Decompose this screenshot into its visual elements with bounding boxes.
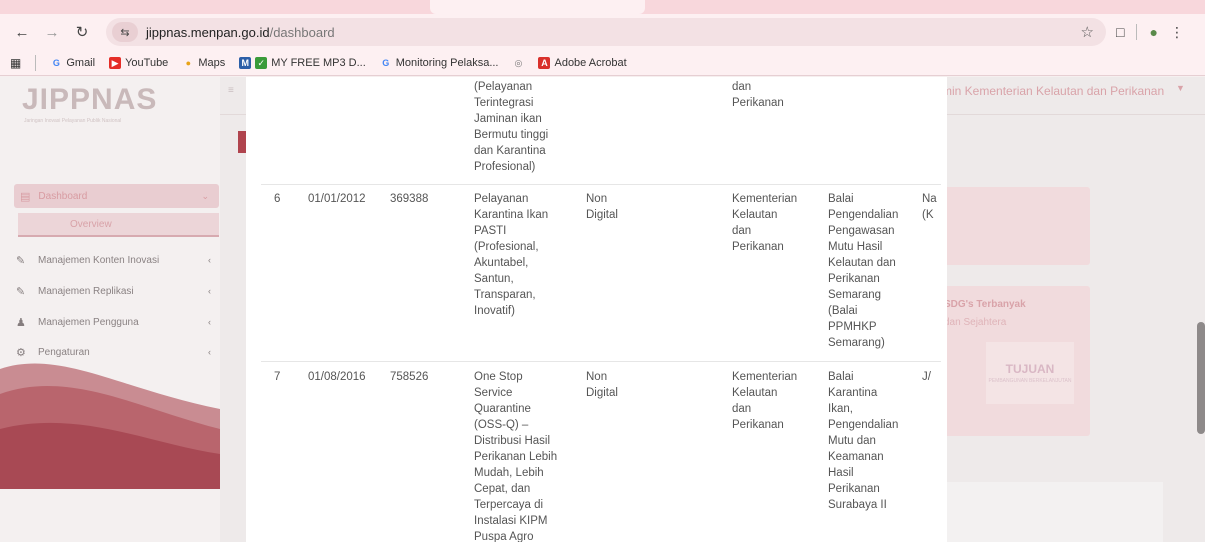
bookmark-youtube[interactable]: ▶ YouTube bbox=[109, 56, 168, 69]
back-icon[interactable]: ← bbox=[10, 20, 34, 44]
sdg-badge-subtitle: PEMBANGUNAN BERKELANJUTAN bbox=[988, 378, 1072, 384]
lower-card bbox=[945, 482, 1163, 542]
page-header-accent bbox=[238, 131, 246, 153]
page-scrollbar-thumb[interactable] bbox=[1197, 322, 1205, 434]
innovation-list-modal: (Pelayanan Terintegrasi Jaminan ikan Ber… bbox=[246, 77, 947, 542]
table-cell-id: 758526 bbox=[390, 371, 429, 383]
sidebar: JIPPNAS Jaringan Inovasi Pelayanan Publi… bbox=[0, 77, 220, 542]
sidebar-item-overview[interactable]: Overview bbox=[18, 213, 219, 237]
stat-card bbox=[932, 187, 1090, 265]
youtube-icon: ▶ bbox=[109, 56, 122, 69]
table-cell-extra: J/ bbox=[922, 371, 931, 383]
chevron-left-icon: ‹ bbox=[208, 317, 211, 327]
bookmarks-bar: ▦ G Gmail ▶ YouTube ● Maps M ✓ MY FREE MP3 D.… bbox=[0, 50, 1205, 76]
bookmark-gmail[interactable]: G Gmail bbox=[50, 57, 95, 69]
toolbar-separator bbox=[1136, 24, 1138, 40]
sdg-badge-title: TUJUAN bbox=[1005, 362, 1055, 376]
table-cell-date: 01/08/2016 bbox=[308, 371, 366, 383]
bookmark-globe[interactable]: ◎ bbox=[512, 57, 524, 69]
sidebar-item-manajemen-konten[interactable]: ✎ Manajemen Konten Inovasi ‹ bbox=[16, 249, 211, 271]
users-cog-icon: ♟ bbox=[16, 316, 26, 329]
caret-down-icon[interactable]: ▼ bbox=[1176, 83, 1185, 93]
table-cell-instansi: dan Perikanan bbox=[732, 81, 784, 109]
extensions-icon[interactable]: □ bbox=[1116, 24, 1124, 40]
adobe-acrobat-icon: A bbox=[538, 56, 551, 69]
forward-icon[interactable]: → bbox=[40, 20, 64, 44]
user-menu-label[interactable]: min Kementerian Kelautan dan Perikanan bbox=[942, 84, 1164, 98]
url-text[interactable]: jippnas.menpan.go.id/dashboard bbox=[146, 25, 335, 40]
checkbox-site-icon: ✓ bbox=[255, 56, 268, 69]
pencil-icon: ✎ bbox=[16, 254, 26, 267]
table-cell-no: 7 bbox=[274, 371, 281, 383]
table-cell-name: Pelayanan Karantina Ikan PASTI (Profesio… bbox=[474, 193, 549, 317]
table-cell-instansi: Kementerian Kelautan dan Perikanan bbox=[732, 371, 798, 431]
table-cell-name: (Pelayanan Terintegrasi Jaminan ikan Ber… bbox=[474, 81, 549, 173]
sidebar-item-manajemen-pengguna[interactable]: ♟ Manajemen Pengguna ‹ bbox=[16, 311, 211, 333]
hamburger-icon[interactable]: ≡ bbox=[228, 85, 234, 96]
table-cell-date: 01/01/2012 bbox=[308, 193, 366, 205]
jippnas-logo[interactable]: JIPPNAS bbox=[22, 83, 157, 117]
sidebar-item-dashboard[interactable]: ▤ Dashboard ⌄ bbox=[14, 184, 219, 208]
table-cell-jenis: Non Digital bbox=[586, 371, 618, 399]
bookmarks-separator bbox=[35, 54, 37, 71]
reload-icon[interactable]: ↻ bbox=[70, 20, 94, 44]
menu-kebab-icon[interactable]: ⋮ bbox=[1170, 24, 1184, 41]
address-bar[interactable]: ⇆ jippnas.menpan.go.id/dashboard ☆ bbox=[106, 18, 1106, 46]
mp3-site-icon: M bbox=[239, 56, 252, 69]
bookmark-adobe[interactable]: A Adobe Acrobat bbox=[538, 56, 627, 69]
sidebar-item-label: Dashboard bbox=[38, 190, 88, 202]
row-divider bbox=[261, 184, 941, 185]
logo-subtitle: Jaringan Inovasi Pelayanan Publik Nasion… bbox=[24, 118, 122, 124]
active-tab[interactable] bbox=[430, 0, 645, 14]
google-icon: G bbox=[382, 57, 390, 68]
bookmark-maps[interactable]: ● Maps bbox=[182, 57, 226, 69]
profile-avatar-icon[interactable]: ● bbox=[1149, 24, 1157, 40]
table-cell-extra: Nа (K bbox=[922, 193, 937, 221]
table-cell-no: 6 bbox=[274, 193, 281, 205]
table-cell-unit: Balai Karantina Ikan, Pengendalian Mutu … bbox=[828, 371, 899, 511]
table-cell-instansi: Kementerian Kelautan dan Perikanan bbox=[732, 193, 798, 253]
bookmark-star-icon[interactable]: ☆ bbox=[1081, 23, 1094, 41]
chart-icon: ▤ bbox=[20, 190, 31, 203]
site-info-icon[interactable]: ⇆ bbox=[112, 22, 138, 42]
sdg-card-subtitle: dan Sejahtera bbox=[944, 317, 1007, 328]
bookmark-mp3[interactable]: M ✓ MY FREE MP3 D... bbox=[239, 56, 366, 69]
pencil-icon: ✎ bbox=[16, 285, 26, 298]
chevron-down-icon: ⌄ bbox=[201, 190, 209, 201]
table-cell-unit: Balai Pengendalian Pengawasan Mutu Hasil… bbox=[828, 193, 899, 349]
table-cell-jenis: Non Digital bbox=[586, 193, 618, 221]
bookmark-monitoring[interactable]: G Monitoring Pelaksa... bbox=[380, 57, 498, 69]
chevron-left-icon: ‹ bbox=[208, 255, 211, 265]
sdg-badge-logo: TUJUAN PEMBANGUNAN BERKELANJUTAN bbox=[986, 342, 1074, 404]
sdg-card-title: SDG's Terbanyak bbox=[944, 299, 1026, 310]
apps-grid-icon[interactable]: ▦ bbox=[10, 56, 21, 70]
chevron-left-icon: ‹ bbox=[208, 286, 211, 296]
sidebar-wave-decoration bbox=[0, 363, 220, 489]
globe-icon: ◎ bbox=[514, 57, 523, 68]
row-divider bbox=[261, 361, 941, 362]
tab-strip bbox=[0, 0, 1205, 14]
table-cell-name: One Stop Service Quarantine (OSS-Q) – Di… bbox=[474, 371, 558, 542]
sidebar-item-label: Overview bbox=[70, 218, 112, 230]
table-cell-id: 369388 bbox=[390, 193, 429, 205]
google-icon: G bbox=[52, 57, 60, 68]
maps-pin-icon: ● bbox=[185, 57, 192, 68]
browser-toolbar: ← → ↻ ⇆ jippnas.menpan.go.id/dashboard ☆… bbox=[0, 14, 1205, 50]
sidebar-item-manajemen-replikasi[interactable]: ✎ Manajemen Replikasi ‹ bbox=[16, 280, 211, 302]
